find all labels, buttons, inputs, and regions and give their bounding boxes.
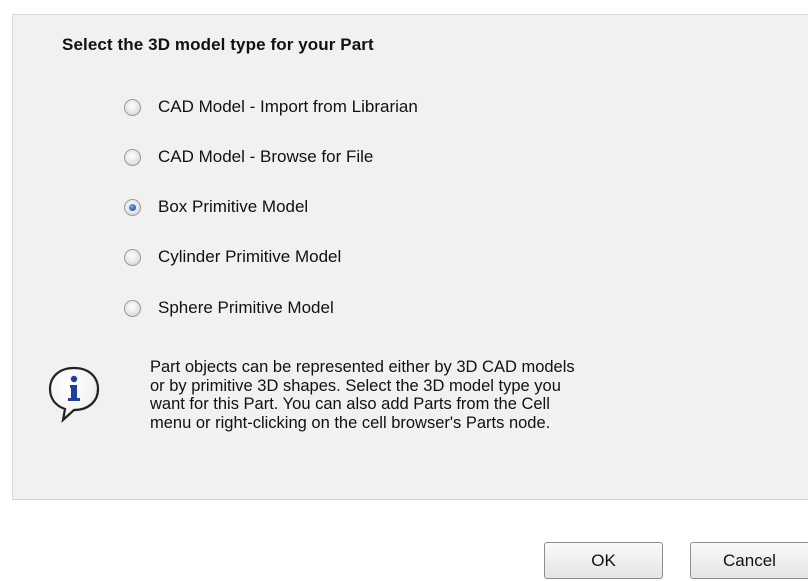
radio-option-sphere-primitive[interactable]: Sphere Primitive Model: [124, 294, 334, 322]
info-line: Part objects can be represented either b…: [150, 358, 575, 376]
radio-button[interactable]: [124, 198, 141, 216]
radio-label: Cylinder Primitive Model: [158, 247, 342, 266]
radio-option-cylinder-primitive[interactable]: Cylinder Primitive Model: [124, 243, 341, 271]
radio-label: Box Primitive Model: [158, 197, 309, 216]
radio-button[interactable]: [124, 248, 141, 266]
ok-button[interactable]: OK: [544, 542, 663, 579]
radio-button[interactable]: [124, 148, 141, 166]
info-message: Part objects can be represented either b…: [150, 358, 790, 432]
info-line: want for this Part. You can also add Par…: [150, 395, 550, 413]
radio-option-box-primitive[interactable]: Box Primitive Model: [124, 193, 308, 221]
cancel-button[interactable]: Cancel: [690, 542, 808, 579]
info-line: menu or right-clicking on the cell brows…: [150, 413, 551, 432]
radio-button[interactable]: [124, 98, 141, 116]
radio-button[interactable]: [124, 299, 141, 317]
radio-option-cad-import[interactable]: CAD Model - Import from Librarian: [124, 93, 418, 121]
dialog-heading: Select the 3D model type for your Part: [62, 35, 374, 54]
info-icon: [44, 364, 104, 424]
radio-option-cad-browse[interactable]: CAD Model - Browse for File: [124, 143, 373, 171]
radio-label: CAD Model - Import from Librarian: [158, 97, 418, 116]
info-line: or by primitive 3D shapes. Select the 3D…: [150, 376, 561, 395]
radio-label: CAD Model - Browse for File: [158, 147, 374, 166]
radio-label: Sphere Primitive Model: [158, 298, 334, 317]
dialog-window: Select the 3D model type for your Part C…: [0, 0, 808, 581]
